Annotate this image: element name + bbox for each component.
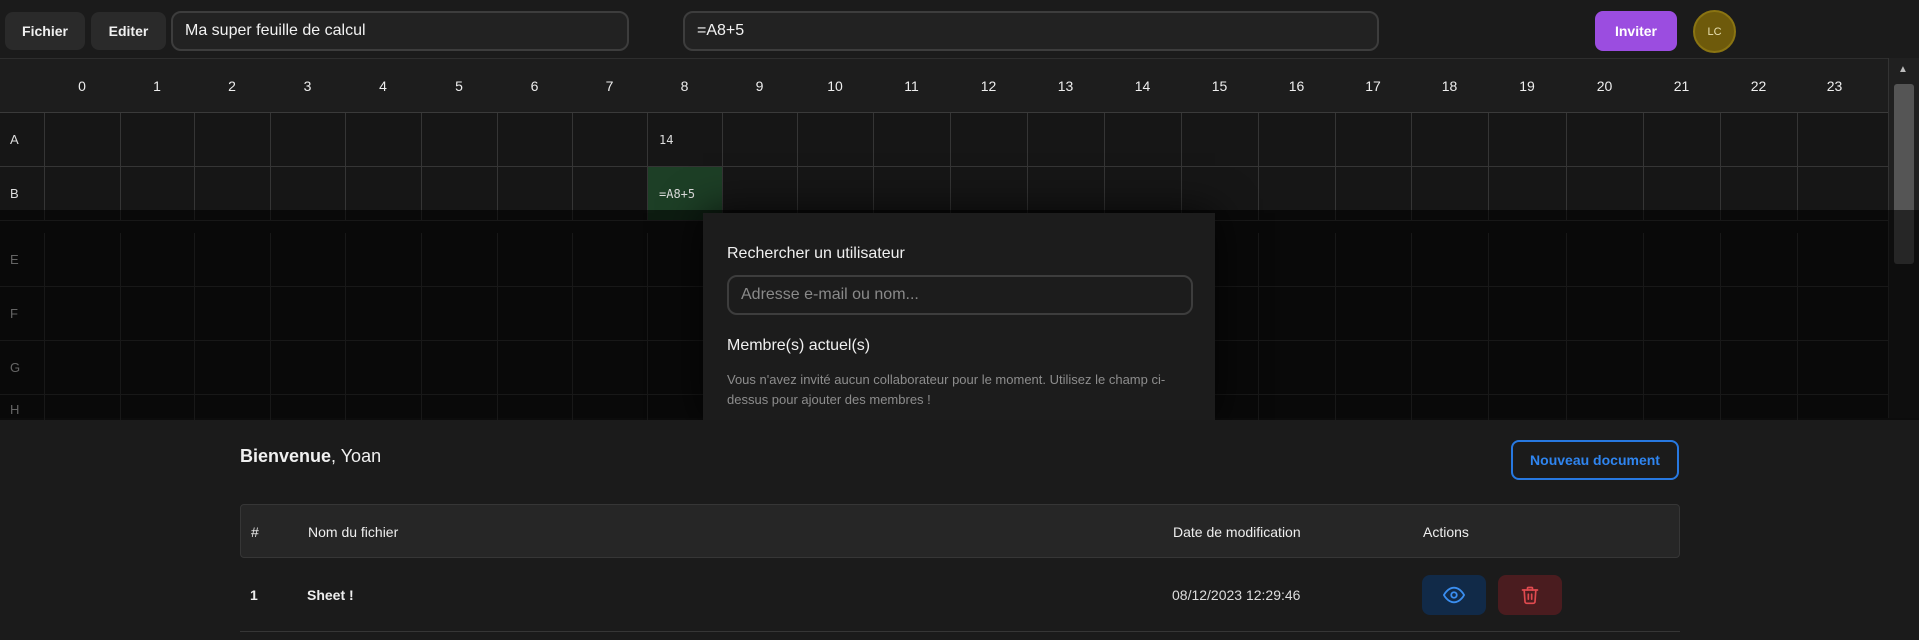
column-header-21[interactable]: 21 [1643,59,1720,113]
cell-A22[interactable] [1720,113,1797,166]
table-row: 1 Sheet ! 08/12/2023 12:29:46 [240,558,1680,632]
column-header-0[interactable]: 0 [44,59,120,113]
row-file-name[interactable]: Sheet ! [307,558,354,632]
column-header-4[interactable]: 4 [345,59,421,113]
cell-A10[interactable] [797,113,873,166]
cell-A5[interactable] [421,113,497,166]
column-header-18[interactable]: 18 [1411,59,1488,113]
delete-document-button[interactable] [1498,575,1562,615]
cell-A15[interactable] [1181,113,1258,166]
col-actions-header: Actions [1423,524,1469,540]
trash-icon [1521,586,1539,605]
user-search-input[interactable] [727,275,1193,315]
column-header-2[interactable]: 2 [194,59,270,113]
column-header-13[interactable]: 13 [1027,59,1104,113]
column-header-16[interactable]: 16 [1258,59,1335,113]
cell-A9[interactable] [722,113,797,166]
dashboard: Bienvenue, Yoan Nouveau document # Nom d… [0,420,1919,640]
column-header-9[interactable]: 9 [722,59,797,113]
cell-A19[interactable] [1488,113,1566,166]
welcome-name: , Yoan [331,446,382,466]
cell-A8[interactable]: 14 [647,113,722,166]
cell-A23[interactable] [1797,113,1872,166]
cell-A17[interactable] [1335,113,1411,166]
cell-A6[interactable] [497,113,572,166]
col-name-header: Nom du fichier [308,524,399,540]
cell-A20[interactable] [1566,113,1643,166]
grid-row-A: A 14 [0,113,1888,167]
cell-A1[interactable] [120,113,194,166]
col-index-header: # [251,524,259,540]
cell-A21[interactable] [1643,113,1720,166]
cell-A4[interactable] [345,113,421,166]
cell-A3[interactable] [270,113,345,166]
cell-A11[interactable] [873,113,950,166]
column-header-23[interactable]: 23 [1797,59,1872,113]
column-header-7[interactable]: 7 [572,59,647,113]
cell-A2[interactable] [194,113,270,166]
formula-bar-input[interactable]: =A8+5 [683,11,1379,51]
file-menu-button[interactable]: Fichier [5,12,85,50]
invite-button[interactable]: Inviter [1595,11,1677,51]
welcome-bold: Bienvenue [240,446,332,466]
column-header-11[interactable]: 11 [873,59,950,113]
invite-modal: Rechercher un utilisateur Membre(s) actu… [703,213,1215,420]
eye-icon [1443,586,1465,604]
members-label: Membre(s) actuel(s) [727,337,871,354]
column-header-6[interactable]: 6 [497,59,572,113]
column-header-22[interactable]: 22 [1720,59,1797,113]
table-header: # Nom du fichier Date de modification Ac… [240,504,1680,558]
app-root: Fichier Editer Ma super feuille de calcu… [0,0,1919,640]
col-date-header: Date de modification [1173,524,1301,540]
column-header-19[interactable]: 19 [1488,59,1566,113]
column-header-17[interactable]: 17 [1335,59,1411,113]
column-header-8[interactable]: 8 [647,59,722,113]
document-title-input[interactable]: Ma super feuille de calcul [171,11,629,51]
column-header-5[interactable]: 5 [421,59,497,113]
cell-A16[interactable] [1258,113,1335,166]
column-header-3[interactable]: 3 [270,59,345,113]
no-members-note: Vous n'avez invité aucun collaborateur p… [727,372,1166,407]
cell-A18[interactable] [1411,113,1488,166]
cell-A12[interactable] [950,113,1027,166]
scroll-up-icon[interactable]: ▲ [1898,64,1908,75]
column-header-10[interactable]: 10 [797,59,873,113]
cell-A0[interactable] [44,113,120,166]
column-header-12[interactable]: 12 [950,59,1027,113]
edit-menu-button[interactable]: Editer [91,12,166,50]
cell-A13[interactable] [1027,113,1104,166]
documents-table: # Nom du fichier Date de modification Ac… [240,504,1680,632]
cell-A7[interactable] [572,113,647,166]
search-user-label: Rechercher un utilisateur [727,245,905,262]
welcome-heading: Bienvenue, Yoan [240,446,381,467]
row-index: 1 [250,587,258,603]
toolbar: Fichier Editer Ma super feuille de calcu… [0,0,1919,58]
column-header-14[interactable]: 14 [1104,59,1181,113]
avatar[interactable]: LC [1693,10,1736,53]
row-modified-date: 08/12/2023 12:29:46 [1172,587,1301,603]
row-header-A[interactable]: A [0,113,44,166]
column-header-row: 0 1 2 3 4 5 6 7 8 9 10 11 12 13 14 15 16 17 18 19 20 21 22 23 [0,59,1888,113]
view-document-button[interactable] [1422,575,1486,615]
column-header-1[interactable]: 1 [120,59,194,113]
new-document-button[interactable]: Nouveau document [1511,440,1679,480]
column-header-15[interactable]: 15 [1181,59,1258,113]
column-header-20[interactable]: 20 [1566,59,1643,113]
cell-A14[interactable] [1104,113,1181,166]
